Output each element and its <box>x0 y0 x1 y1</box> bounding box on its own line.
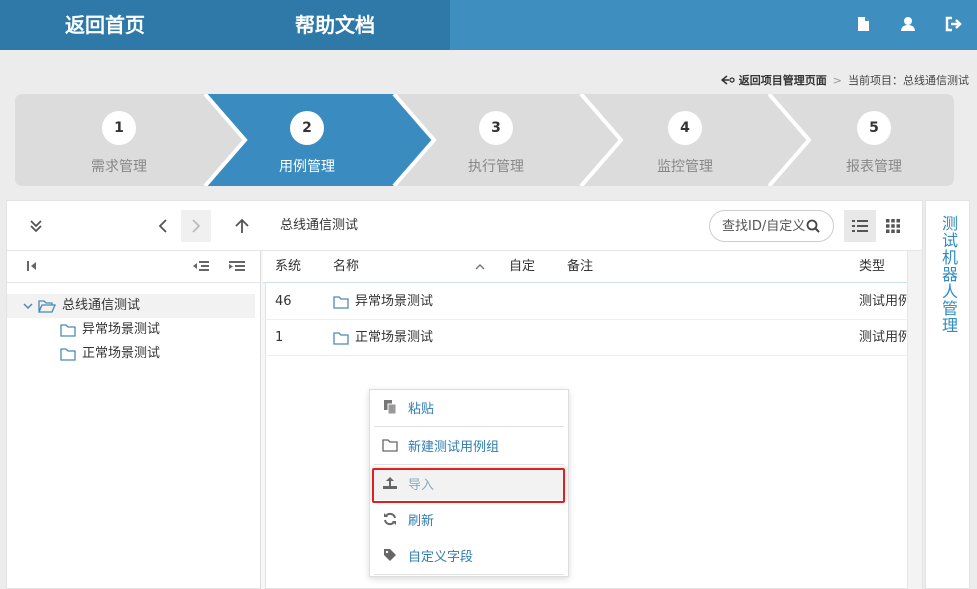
back-to-projects-label: 返回项目管理页面 <box>738 74 827 87</box>
cell-type: 测试用例组 <box>859 294 907 309</box>
step-label: 需求管理 <box>91 159 147 175</box>
cell-name: 正常场景测试 <box>333 320 433 356</box>
step-execution[interactable]: 3 执行管理 <box>402 94 590 186</box>
up-arrow-icon[interactable] <box>229 213 255 239</box>
document-icon[interactable] <box>853 14 873 34</box>
tree-node-label: 正常场景测试 <box>82 346 161 361</box>
step-testcases[interactable]: 2 用例管理 <box>213 94 401 186</box>
folder-open-icon <box>38 300 56 313</box>
menu-divider <box>374 426 564 427</box>
step-label: 报表管理 <box>846 159 902 175</box>
menu-item-label: 新建测试用例组 <box>408 439 500 455</box>
tree-node-label: 总线通信测试 <box>62 298 141 313</box>
home-link[interactable]: 返回首页 <box>65 0 145 50</box>
menu-item-paste[interactable]: 粘贴 <box>370 390 568 424</box>
step-number: 3 <box>479 111 513 145</box>
tag-icon <box>382 547 398 563</box>
paste-icon <box>382 399 398 415</box>
step-requirements[interactable]: 1 需求管理 <box>25 94 213 186</box>
menu-item-refresh[interactable]: 刷新 <box>370 502 568 536</box>
menu-item-label: 刷新 <box>408 513 435 529</box>
outdent-icon[interactable] <box>193 259 209 275</box>
folder-icon <box>60 348 76 361</box>
menu-divider <box>374 574 564 575</box>
cell-name-text: 异常场景测试 <box>355 294 434 309</box>
step-number: 2 <box>290 111 324 145</box>
step-number: 4 <box>668 111 702 145</box>
top-bar: 返回首页 帮助文档 <box>0 0 977 50</box>
step-label: 用例管理 <box>279 159 335 175</box>
indent-icon[interactable] <box>229 259 245 275</box>
column-header-remark[interactable]: 备注 <box>567 251 593 283</box>
folder-tree: 总线通信测试 异常场景测试 正常场景测试 <box>7 251 261 589</box>
cell-name: 异常场景测试 <box>333 284 433 320</box>
refresh-icon <box>382 511 398 527</box>
menu-item-label: 自定义字段 <box>408 549 474 565</box>
import-highlight-box <box>372 468 565 503</box>
column-header-type[interactable]: 类型 <box>859 251 885 283</box>
step-monitoring[interactable]: 4 监控管理 <box>591 94 779 186</box>
menu-item-label: 粘贴 <box>408 401 435 417</box>
user-icon[interactable] <box>898 14 918 34</box>
robot-management-label: 测试机器人管理 <box>939 215 958 334</box>
current-path: 总线通信测试 <box>280 218 359 233</box>
folder-icon <box>60 324 76 337</box>
back-chevron-icon[interactable] <box>150 213 176 239</box>
step-label: 执行管理 <box>468 159 524 175</box>
tree-node-child[interactable]: 正常场景测试 <box>7 342 255 366</box>
grid-view-icon[interactable] <box>877 210 909 242</box>
chevron-down-icon[interactable] <box>23 301 33 311</box>
workflow-steps: 1 需求管理 2 用例管理 3 执行管理 4 监控管理 5 报表管理 <box>15 94 954 186</box>
folder-icon <box>333 296 349 309</box>
step-number: 1 <box>102 111 136 145</box>
help-docs-link[interactable]: 帮助文档 <box>295 0 375 50</box>
menu-item-custom-fields[interactable]: 自定义字段 <box>370 538 568 572</box>
step-label: 监控管理 <box>657 159 713 175</box>
current-project-label: 当前项目：总线通信测试 <box>848 74 969 87</box>
search-icon[interactable] <box>806 219 820 233</box>
tree-header <box>7 251 260 283</box>
folder-icon <box>333 332 349 345</box>
table-scrollbar[interactable] <box>907 251 922 589</box>
robot-management-tab[interactable]: 测试机器人管理 <box>925 200 970 589</box>
sort-asc-icon[interactable] <box>475 251 487 283</box>
toolbar: 总线通信测试 <box>7 201 922 251</box>
cell-system: 46 <box>275 294 292 309</box>
table-row[interactable]: 46 异常场景测试 测试用例组 <box>263 284 907 320</box>
collapse-left-icon[interactable] <box>25 259 41 275</box>
folder-icon <box>382 437 398 453</box>
breadcrumb: 返回项目管理页面 > 当前项目：总线通信测试 <box>720 72 969 88</box>
column-header-system[interactable]: 系统 <box>275 251 301 283</box>
forward-chevron-icon[interactable] <box>181 210 211 242</box>
back-arrow-icon <box>720 75 735 85</box>
list-view-icon[interactable] <box>844 210 876 242</box>
breadcrumb-separator: > <box>832 73 842 87</box>
logout-icon[interactable] <box>943 14 963 34</box>
cell-system: 1 <box>275 330 284 345</box>
step-number: 5 <box>857 111 891 145</box>
search-box <box>709 210 834 242</box>
collapse-double-chevron-icon[interactable] <box>23 213 49 239</box>
menu-item-new-group[interactable]: 新建测试用例组 <box>370 428 568 462</box>
column-header-name[interactable]: 名称 <box>333 251 359 283</box>
menu-divider <box>374 464 564 465</box>
testcase-table: 系统 名称 自定 备注 类型 46 异常场景测试 测试用例组 1 正常场景测试 … <box>263 251 907 589</box>
step-reports[interactable]: 5 报表管理 <box>780 94 968 186</box>
column-header-custom[interactable]: 自定 <box>509 251 535 283</box>
back-to-projects-link[interactable]: 返回项目管理页面 <box>720 72 827 88</box>
tree-node-root[interactable]: 总线通信测试 <box>7 294 255 318</box>
table-row[interactable]: 1 正常场景测试 测试用例组 <box>263 320 907 356</box>
search-input[interactable] <box>722 218 806 234</box>
tree-node-label: 异常场景测试 <box>82 322 161 337</box>
cell-name-text: 正常场景测试 <box>355 330 434 345</box>
table-header: 系统 名称 自定 备注 类型 <box>263 251 907 283</box>
cell-type: 测试用例组 <box>859 330 907 345</box>
tree-node-child[interactable]: 异常场景测试 <box>7 318 255 342</box>
